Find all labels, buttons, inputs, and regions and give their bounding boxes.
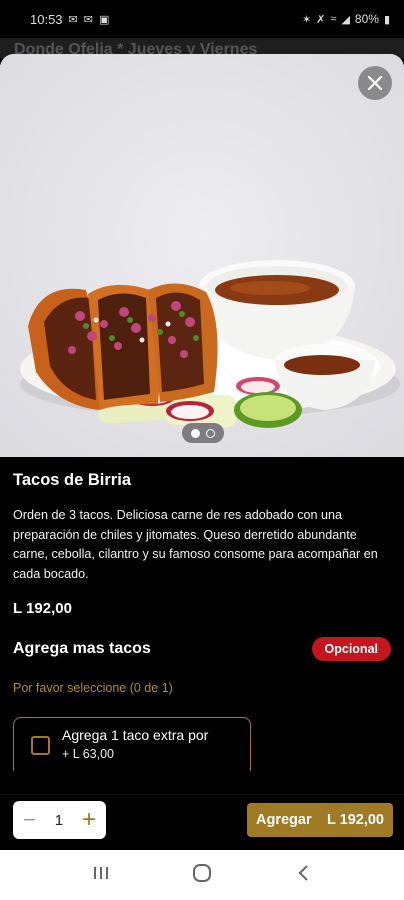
option-group-hint: Por favor seleccione (0 de 1) xyxy=(13,681,173,695)
product-modal: Tacos de Birria Orden de 3 tacos. Delici… xyxy=(0,54,404,850)
image-pager[interactable] xyxy=(182,423,224,443)
option-extra-taco[interactable]: Agrega 1 taco extra por + L 63,00 xyxy=(13,717,251,771)
close-icon xyxy=(367,75,383,91)
status-left: 10:53 ✉ ✉ ▣ xyxy=(30,12,109,27)
close-button[interactable] xyxy=(358,66,392,100)
add-button-label: Agregar xyxy=(256,812,312,828)
status-time: 10:53 xyxy=(30,11,63,27)
quantity-stepper: − 1 + xyxy=(13,801,106,839)
pager-dot-active[interactable] xyxy=(191,428,200,438)
option-group-title: Agrega mas tacos xyxy=(13,640,151,657)
option-group-header: Agrega mas tacos Opcional xyxy=(13,637,391,661)
signal-icon: ◢ xyxy=(341,13,350,26)
optional-badge: Opcional xyxy=(311,637,391,661)
wifi-icon: ≈ xyxy=(330,13,337,25)
recent-apps-icon[interactable] xyxy=(81,865,121,886)
battery-level: 80% xyxy=(354,12,379,26)
option-price: + L 63,00 xyxy=(62,747,115,761)
tacos-photo xyxy=(0,54,404,457)
add-button-total: L 192,00 xyxy=(327,812,384,828)
product-price: L 192,00 xyxy=(13,600,72,617)
bluetooth-icon: ✶ xyxy=(301,13,312,26)
action-bar: − 1 + Agregar L 192,00 xyxy=(0,794,404,850)
home-icon[interactable] xyxy=(182,863,222,888)
status-bar: 10:53 ✉ ✉ ▣ ✶ ✗ ≈ ◢ 80% ▮ xyxy=(0,0,404,38)
product-title: Tacos de Birria xyxy=(13,471,131,489)
system-nav-bar xyxy=(0,850,404,900)
mail-icon: ✉ xyxy=(83,13,93,26)
status-right: ✶ ✗ ≈ ◢ 80% ▮ xyxy=(302,12,390,26)
increment-button[interactable]: + xyxy=(82,808,96,832)
back-icon[interactable] xyxy=(283,864,323,887)
option-label: Agrega 1 taco extra por xyxy=(62,727,209,743)
mail-icon: ✉ xyxy=(68,13,78,26)
product-details: Tacos de Birria Orden de 3 tacos. Delici… xyxy=(0,457,404,771)
quantity-value: 1 xyxy=(54,811,64,829)
product-image[interactable] xyxy=(0,54,404,457)
option-text: Agrega 1 taco extra por + L 63,00 xyxy=(62,726,208,761)
mute-icon: ✗ xyxy=(316,13,326,26)
image-icon: ▣ xyxy=(98,13,110,26)
pager-dot[interactable] xyxy=(206,428,215,438)
battery-icon: ▮ xyxy=(383,13,390,26)
add-to-cart-button[interactable]: Agregar L 192,00 xyxy=(247,803,393,837)
decrement-button[interactable]: − xyxy=(23,809,36,831)
product-description: Orden de 3 tacos. Deliciosa carne de res… xyxy=(13,508,378,581)
option-checkbox[interactable] xyxy=(31,736,50,755)
